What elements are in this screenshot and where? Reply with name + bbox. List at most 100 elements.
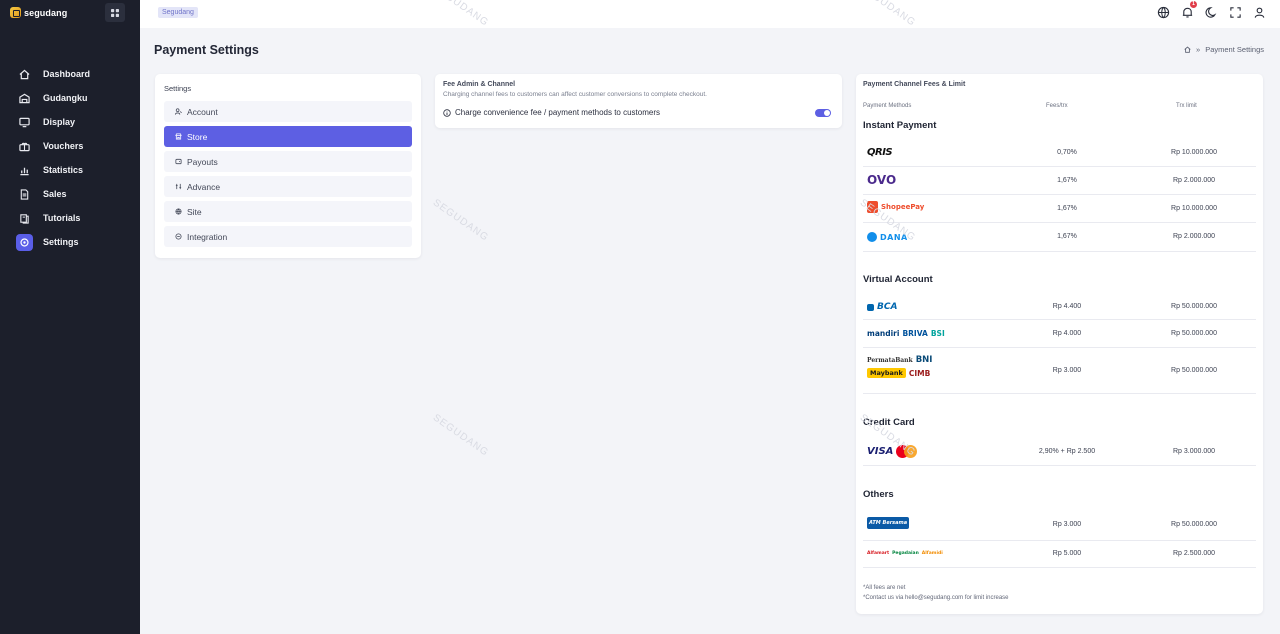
brand-logo[interactable]: segudang: [10, 7, 67, 18]
sidebar-nav: Dashboard Gudangku Display Vouchers Stat…: [16, 62, 136, 254]
sidebar-item-display[interactable]: Display: [16, 110, 136, 134]
footnote-contact: *Contact us via hello@segudang.com for l…: [863, 595, 1009, 601]
maybank-logo: Maybank: [867, 368, 906, 378]
topbar: Segudang 1: [140, 0, 1280, 28]
table-row: DANA 1,67% Rp 2.000.000: [863, 223, 1256, 252]
bca-mark-icon: [867, 303, 874, 311]
fee-toggle-row: Charge convenience fee / payment methods…: [443, 108, 660, 117]
globe-icon[interactable]: [1157, 6, 1170, 19]
watermark: SEGUDANG: [430, 412, 491, 459]
limit-value: Rp 50.000.000: [1171, 303, 1217, 310]
pegadaian-logo: Pegadaian: [892, 551, 919, 556]
qris-logo-text: QRIS: [867, 147, 893, 158]
watermark: SEGUDANG: [430, 197, 491, 244]
settings-menu-card: Settings Account Store Payouts Advance S…: [155, 74, 421, 258]
limit-value: Rp 3.000.000: [1172, 448, 1216, 455]
bell-icon[interactable]: 1: [1181, 1, 1197, 19]
fee-value: 1,67%: [1057, 233, 1077, 240]
table-row: OVO 1,67% Rp 2.000.000: [863, 167, 1256, 195]
settings-item-store[interactable]: Store: [164, 126, 412, 147]
section-credit-card: Credit Card: [863, 417, 915, 428]
monitor-icon: [16, 114, 33, 131]
settings-item-site[interactable]: Site: [164, 201, 412, 222]
apps-grid-button[interactable]: [105, 3, 125, 22]
section-instant-payment: Instant Payment: [863, 120, 937, 131]
sidebar-item-sales[interactable]: Sales: [16, 182, 136, 206]
table-row: ATM Bersama Rp 3.000 Rp 50.000.000: [863, 509, 1256, 541]
sliders-icon: [175, 183, 182, 190]
table-row: ShopeePay 1,67% Rp 10.000.000: [863, 195, 1256, 223]
limit-value: Rp 10.000.000: [1171, 149, 1217, 156]
fee-value: Rp 3.000: [1052, 521, 1082, 528]
settings-item-label: Integration: [187, 231, 228, 242]
settings-menu: Account Store Payouts Advance Site Integ…: [164, 101, 412, 251]
permatabank-logo: PermataBank: [867, 356, 913, 364]
chart-icon: [16, 162, 33, 179]
user-icon[interactable]: [1253, 6, 1266, 19]
mastercard-logo: [896, 445, 918, 458]
breadcrumb: » Payment Settings: [1184, 45, 1264, 54]
moon-icon[interactable]: [1205, 6, 1218, 19]
sidebar-item-statistics[interactable]: Statistics: [16, 158, 136, 182]
settings-item-advance[interactable]: Advance: [164, 176, 412, 197]
briva-logo: BRIVA: [902, 329, 928, 338]
ovo-logo: OVO: [867, 173, 896, 187]
settings-item-payouts[interactable]: Payouts: [164, 151, 412, 172]
home-icon: [16, 66, 33, 83]
cimb-logo: CIMB: [908, 368, 931, 378]
column-payment-methods: Payment Methods: [863, 103, 912, 109]
sidebar-item-vouchers[interactable]: Vouchers: [16, 134, 136, 158]
warehouse-icon: [16, 90, 33, 107]
table-row: BCA Rp 4.400 Rp 50.000.000: [863, 294, 1256, 320]
sidebar-item-settings[interactable]: Settings: [16, 230, 136, 254]
voucher-icon: [16, 138, 33, 155]
va-bank-logos: mandiri BRIVA BSI: [867, 329, 945, 338]
breadcrumb-current: Payment Settings: [1205, 45, 1264, 54]
footnote-net-fees: *All fees are net: [863, 585, 906, 591]
limit-value: Rp 2.000.000: [1172, 177, 1216, 184]
va-bank-logos: PermataBank BNI Maybank CIMB: [867, 355, 967, 378]
fee-toggle-label: Charge convenience fee / payment methods…: [455, 108, 660, 117]
dana-circle-icon: [867, 232, 877, 242]
settings-item-label: Payouts: [187, 156, 218, 167]
sidebar-item-label: Dashboard: [43, 69, 91, 79]
column-limit: Trx limit: [1176, 103, 1197, 109]
store-badge[interactable]: Segudang: [158, 7, 198, 18]
table-row: mandiri BRIVA BSI Rp 4.000 Rp 50.000.000: [863, 320, 1256, 348]
fee-value: 1,67%: [1057, 177, 1077, 184]
home-icon[interactable]: [1184, 46, 1191, 53]
fee-admin-card: Fee Admin & Channel Charging channel fee…: [435, 74, 842, 128]
atm-bersama-logo-text: ATM Bersama: [867, 517, 910, 529]
ovo-logo-text: OVO: [867, 173, 897, 187]
book-icon: [16, 210, 33, 227]
payment-channel-card: Payment Channel Fees & Limit Payment Met…: [856, 74, 1263, 614]
segudang-logo-icon: [10, 7, 21, 18]
section-virtual-account: Virtual Account: [863, 274, 933, 285]
settings-item-account[interactable]: Account: [164, 101, 412, 122]
sidebar-item-label: Display: [43, 117, 76, 127]
sidebar: segudang Dashboard Gudangku Display Vouc…: [0, 0, 140, 634]
table-row: QRIS 0,70% Rp 10.000.000: [863, 139, 1256, 167]
convenience-fee-toggle[interactable]: [815, 109, 831, 117]
sidebar-item-tutorials[interactable]: Tutorials: [16, 206, 136, 230]
fee-value: Rp 3.000: [1052, 367, 1082, 374]
atm-bersama-logo: ATM Bersama: [867, 517, 910, 529]
alfamart-logo: Alfamart: [867, 551, 890, 556]
sidebar-item-label: Vouchers: [43, 141, 84, 151]
visa-logo: VISA: [867, 446, 894, 457]
fee-value: 0,70%: [1057, 149, 1077, 156]
fullscreen-icon[interactable]: [1229, 6, 1242, 19]
mandiri-logo: mandiri: [867, 329, 900, 338]
wallet-icon: [175, 158, 182, 165]
retail-logos: Alfamart Pegadaian Alfamidi: [867, 551, 943, 556]
document-icon: [16, 186, 33, 203]
fee-value: Rp 4.400: [1052, 303, 1082, 310]
settings-item-label: Account: [187, 106, 218, 117]
sidebar-item-dashboard[interactable]: Dashboard: [16, 62, 136, 86]
settings-item-integration[interactable]: Integration: [164, 226, 412, 247]
sidebar-item-gudangku[interactable]: Gudangku: [16, 86, 136, 110]
limit-value: Rp 50.000.000: [1171, 367, 1217, 374]
dana-logo: DANA: [867, 232, 908, 242]
settings-item-label: Store: [187, 131, 208, 142]
breadcrumb-separator-icon: »: [1196, 45, 1201, 54]
